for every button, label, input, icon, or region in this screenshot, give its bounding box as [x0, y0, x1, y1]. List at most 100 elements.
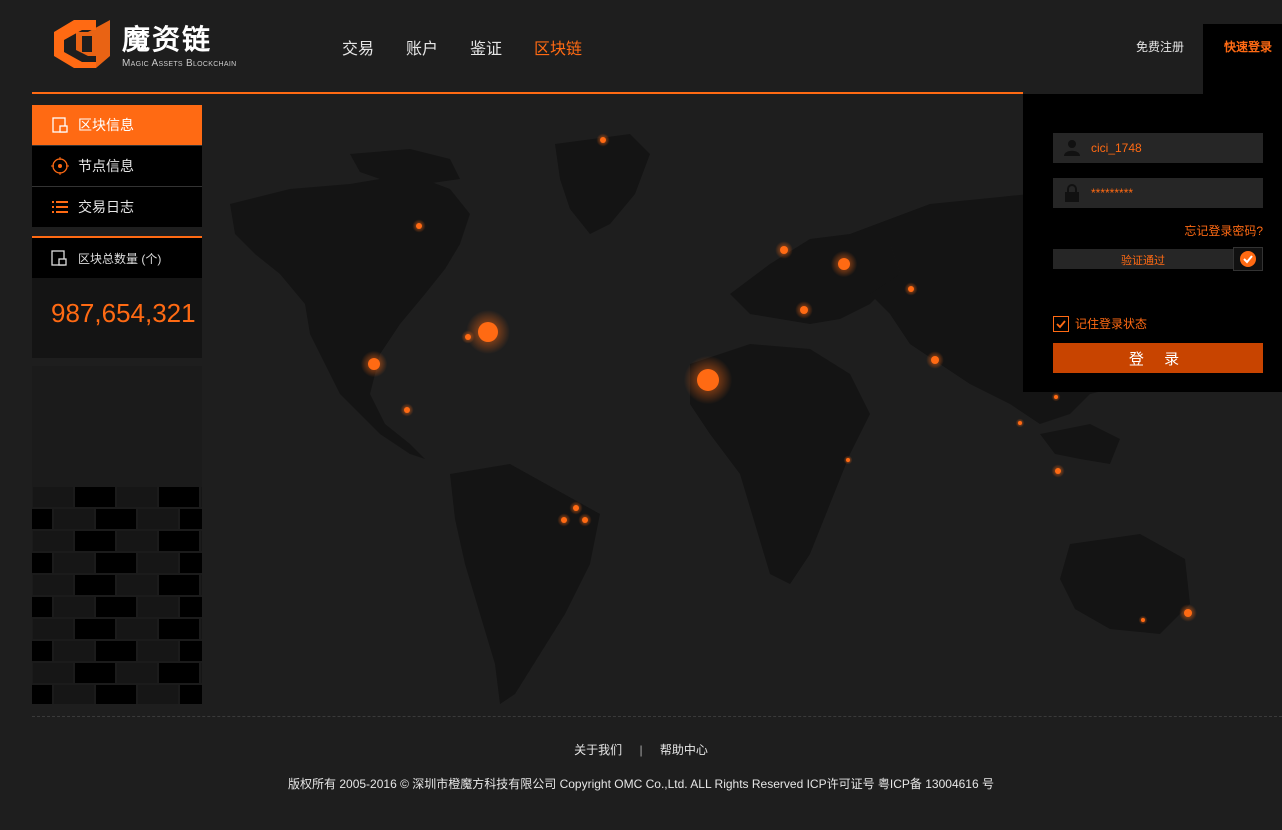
sidebar-item-block-info[interactable]: 区块信息: [32, 105, 202, 145]
node-marker: [800, 306, 808, 314]
block-icon: [51, 116, 69, 134]
quick-login-tab[interactable]: 快速登录: [1203, 24, 1282, 94]
node-marker: [1018, 421, 1022, 425]
node-marker: [416, 223, 422, 229]
sidebar-item-trade-log[interactable]: 交易日志: [32, 187, 202, 227]
brick: [159, 531, 199, 551]
brick: [201, 487, 241, 507]
password-value: *********: [1091, 186, 1134, 200]
login-panel: cici_1748 ********* 忘记登录密码? 验证通过 记住登录状态 …: [1023, 94, 1282, 392]
node-marker: [582, 517, 588, 523]
block-icon: [51, 249, 69, 267]
brick: [117, 663, 157, 683]
node-marker: [846, 458, 850, 462]
brick: [33, 663, 73, 683]
brick: [54, 641, 94, 661]
brand-subtitle: Magic Assets Blockchain: [122, 58, 237, 69]
nav-item-account[interactable]: 账户: [406, 35, 438, 59]
brick: [159, 619, 199, 639]
brick: [201, 575, 241, 595]
brick: [12, 509, 52, 529]
sidebar-item-label: 节点信息: [78, 158, 134, 174]
node-marker: [838, 258, 850, 270]
brick: [138, 553, 178, 573]
brick: [75, 531, 115, 551]
footer-links: 关于我们 | 帮助中心: [0, 741, 1282, 758]
sidebar-decoration: [0, 366, 241, 705]
brick: [75, 663, 115, 683]
brick: [54, 509, 94, 529]
sidebar-item-node-info[interactable]: 节点信息: [32, 146, 202, 186]
node-icon: [51, 157, 69, 175]
forgot-password-link[interactable]: 忘记登录密码?: [1184, 222, 1263, 239]
node-marker: [465, 334, 471, 340]
block-count-value: 987,654,321: [51, 298, 196, 328]
brick: [54, 597, 94, 617]
brand-name: 魔资链: [122, 24, 213, 55]
brick: [180, 641, 220, 661]
brick: [96, 685, 136, 705]
node-marker: [697, 369, 719, 391]
node-marker: [931, 356, 939, 364]
checkbox-icon: [1053, 315, 1069, 332]
brick: [201, 619, 241, 639]
node-marker: [478, 322, 498, 342]
brick: [33, 531, 73, 551]
copyright: 版权所有 2005-2016 © 深圳市橙魔方科技有限公司 Copyright …: [288, 777, 994, 791]
brick: [117, 531, 157, 551]
brick: [138, 509, 178, 529]
node-marker: [1141, 618, 1145, 622]
brick: [12, 641, 52, 661]
brick: [117, 487, 157, 507]
nav-item-trade[interactable]: 交易: [342, 35, 374, 59]
brick: [33, 619, 73, 639]
block-count-label: 区块总数量 (个): [78, 251, 162, 266]
brick: [96, 509, 136, 529]
username-field[interactable]: cici_1748: [1053, 133, 1263, 163]
remember-label: 记住登录状态: [1075, 317, 1148, 331]
node-marker: [780, 246, 788, 254]
sidebar-item-label: 区块信息: [78, 117, 134, 133]
brick: [75, 575, 115, 595]
block-count-header: 区块总数量 (个): [32, 238, 202, 278]
logo-icon: [54, 20, 110, 68]
brick: [180, 553, 220, 573]
brick: [201, 531, 241, 551]
brick: [138, 641, 178, 661]
node-marker: [600, 137, 606, 143]
remember-checkbox[interactable]: 记住登录状态: [1053, 315, 1147, 332]
brick: [12, 597, 52, 617]
brick: [138, 597, 178, 617]
username-value: cici_1748: [1091, 141, 1142, 155]
brick: [12, 685, 52, 705]
nav-item-verify[interactable]: 鉴证: [470, 35, 502, 59]
footer-divider: [32, 716, 1282, 717]
nav-item-blockchain[interactable]: 区块链: [534, 35, 582, 59]
brick: [54, 685, 94, 705]
brick: [33, 487, 73, 507]
login-button[interactable]: 登 录: [1053, 343, 1263, 373]
user-icon: [1053, 139, 1091, 157]
help-link[interactable]: 帮助中心: [660, 743, 708, 757]
brick: [75, 487, 115, 507]
check-icon: [1240, 251, 1256, 267]
header: 魔资链 Magic Assets Blockchain 交易 账户 鉴证 区块链…: [0, 0, 1282, 94]
node-marker: [1054, 395, 1058, 399]
node-marker: [908, 286, 914, 292]
node-marker: [368, 358, 380, 370]
register-link[interactable]: 免费注册: [1136, 38, 1184, 55]
brick: [180, 597, 220, 617]
brick: [201, 663, 241, 683]
brick: [96, 641, 136, 661]
brick-pattern: [0, 487, 241, 705]
quick-login-label: 快速登录: [1224, 40, 1273, 54]
brick: [159, 575, 199, 595]
verify-handle[interactable]: [1233, 247, 1263, 271]
verify-slider[interactable]: 验证通过: [1053, 247, 1263, 271]
brick: [117, 619, 157, 639]
block-count-panel: 区块总数量 (个) 987,654,321: [32, 236, 202, 358]
password-field[interactable]: *********: [1053, 178, 1263, 208]
verify-status: 验证通过: [1121, 255, 1165, 267]
brick: [138, 685, 178, 705]
about-link[interactable]: 关于我们: [574, 743, 622, 757]
